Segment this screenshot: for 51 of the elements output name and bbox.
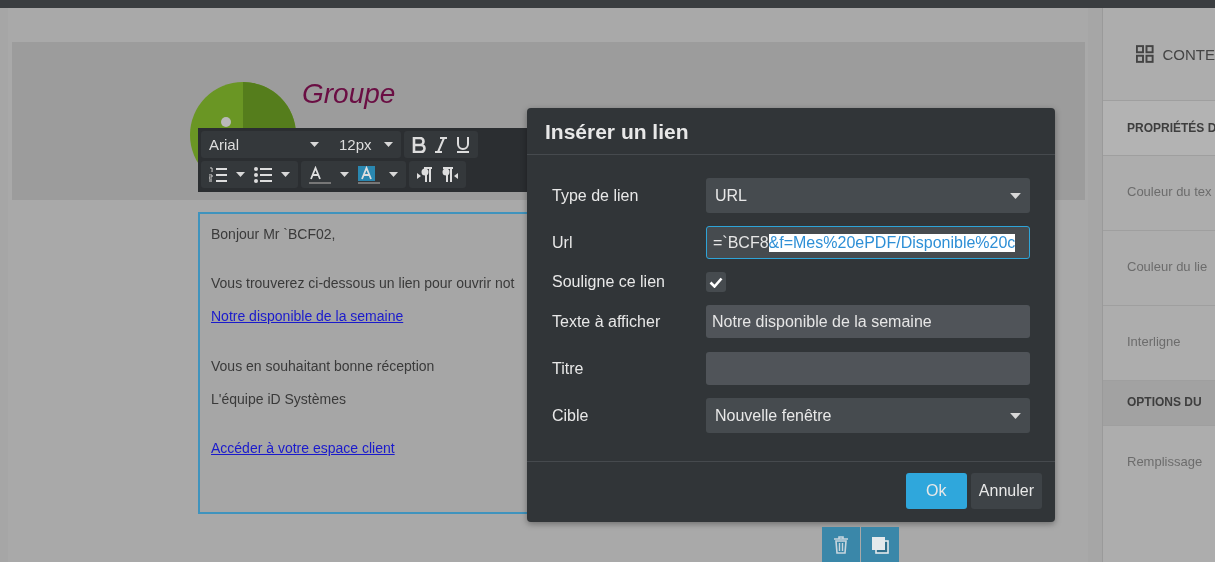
- bold-icon[interactable]: [411, 136, 426, 153]
- field-label: Titre: [552, 359, 585, 378]
- caret-icon: [236, 172, 245, 177]
- property-label: Couleur du lie: [1103, 230, 1215, 305]
- field-label: Texte à afficher: [552, 312, 662, 331]
- caret-icon: [310, 142, 319, 147]
- field-label: Cible: [552, 406, 590, 425]
- font-size-dropdown[interactable]: 12px: [339, 136, 393, 153]
- underline-icon[interactable]: [455, 136, 470, 153]
- section-header: PROPRIÉTÉS D: [1103, 100, 1215, 155]
- paragraph: Vous trouverez ci-dessous un lien pour ouvrir not: [211, 275, 516, 291]
- rtl-icon[interactable]: [442, 166, 458, 183]
- link[interactable]: Notre disponible de la semaine: [211, 308, 404, 324]
- caret-icon: [281, 172, 290, 177]
- caret-icon: [383, 142, 393, 147]
- field-label: Type de lien: [552, 186, 640, 205]
- logo-text: Groupe: [302, 78, 396, 110]
- caret-icon: [1010, 412, 1021, 419]
- property-label: Remplissage: [1103, 425, 1215, 500]
- checkbox[interactable]: [706, 272, 726, 292]
- field-label: Souligne ce lien: [552, 273, 666, 291]
- dropdown[interactable]: URL: [706, 178, 1030, 213]
- input-field[interactable]: [706, 352, 1030, 385]
- delete-button[interactable]: [822, 527, 860, 562]
- dropdown[interactable]: Nouvelle fenêtre: [706, 398, 1030, 433]
- paragraph: Bonjour Mr `BCF02,: [211, 226, 337, 242]
- bullet-list-icon[interactable]: [254, 166, 272, 183]
- trash-icon: [833, 535, 849, 554]
- highlight-color-icon[interactable]: [358, 165, 380, 184]
- numbered-list-icon[interactable]: [209, 166, 227, 183]
- input-field[interactable]: =`BCF8&f=Mes%20ePDF/Disponible%20c: [706, 226, 1030, 259]
- duplicate-button[interactable]: [861, 527, 899, 562]
- section-header: OPTIONS DU: [1103, 380, 1215, 425]
- caret-icon: [1010, 192, 1021, 199]
- grid-icon[interactable]: [1136, 44, 1154, 64]
- caret-icon: [340, 172, 349, 177]
- field-label: Url: [552, 233, 574, 252]
- text-color-icon[interactable]: [309, 165, 331, 184]
- ltr-icon[interactable]: [417, 166, 433, 183]
- copy-icon: [871, 535, 889, 554]
- dialog-title: Insérer un lien: [527, 108, 1055, 155]
- font-dropdown[interactable]: Arial: [209, 136, 319, 153]
- link[interactable]: Accéder à votre espace client: [211, 440, 395, 456]
- property-label: Couleur du tex: [1103, 155, 1215, 230]
- panel-tab[interactable]: CONTE: [1162, 45, 1215, 63]
- paragraph: L'équipe iD Systèmes: [211, 391, 347, 407]
- caret-icon: [389, 172, 398, 177]
- italic-icon[interactable]: [434, 136, 447, 153]
- paragraph: Vous en souhaitant bonne réception: [211, 358, 436, 374]
- cancel-button[interactable]: Annuler: [970, 473, 1042, 509]
- input-field[interactable]: Notre disponible de la semaine: [706, 305, 1030, 338]
